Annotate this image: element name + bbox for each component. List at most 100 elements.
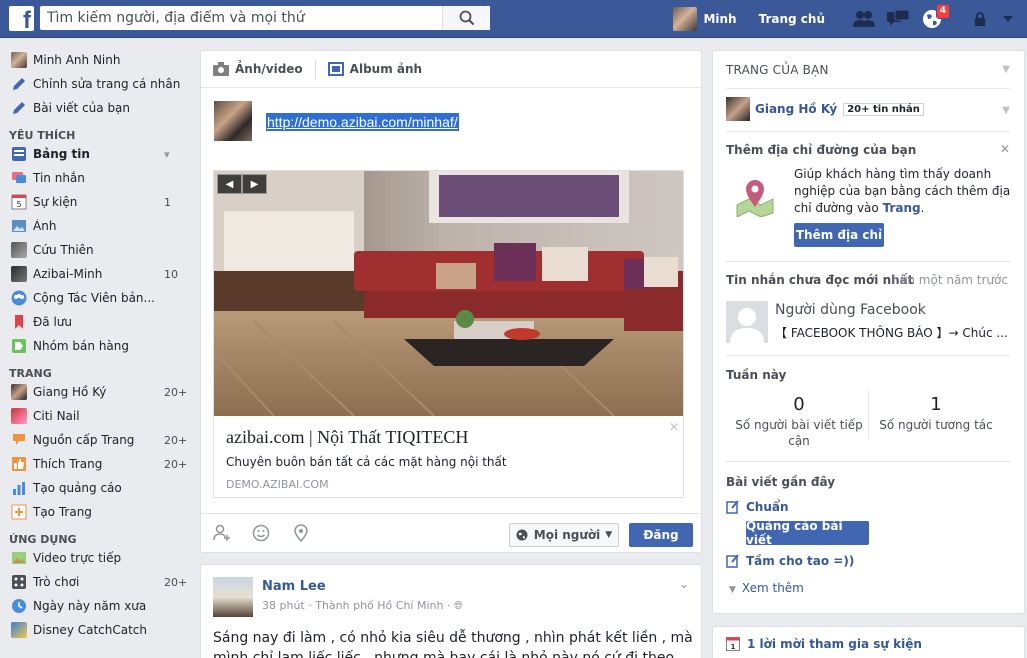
pencil-icon <box>13 78 25 90</box>
sidebar-item-pages-feed[interactable]: Nguồn cấp Trang 20+ <box>0 428 190 452</box>
post-button[interactable]: Đăng <box>629 523 693 547</box>
search-box <box>40 6 490 30</box>
newsfeed-icon <box>12 147 26 161</box>
avatar[interactable] <box>726 301 768 343</box>
friend-requests-button[interactable] <box>853 8 875 30</box>
composer-tabs: Ảnh/video Album ảnh <box>201 51 701 88</box>
sidebar-item-citi-nail[interactable]: Citi Nail <box>0 404 190 428</box>
caret-down-icon[interactable]: ▼ <box>1002 64 1010 75</box>
close-icon[interactable]: ✕ <box>1000 142 1010 156</box>
sidebar-item-your-posts[interactable]: Bài viết của bạn <box>0 96 190 120</box>
caret-down-icon: ▼ <box>729 585 736 595</box>
sidebar-item-create-ad[interactable]: Tạo quảng cáo <box>0 476 190 500</box>
sidebar-item-events[interactable]: 5 Sự kiện 1 <box>0 190 190 214</box>
sidebar-item-profile[interactable]: Minh Anh Ninh <box>0 48 190 72</box>
recent-posts-title: Bài viết gần đây <box>726 475 836 489</box>
sidebar-item-messages[interactable]: Tin nhắn <box>0 166 190 190</box>
notifications-button[interactable]: 4 <box>921 4 950 30</box>
sidebar-item-cuu-thien[interactable]: Cứu Thiên <box>0 238 190 262</box>
avatar[interactable] <box>213 577 253 617</box>
link-preview-description: Chuyên buôn bán tất cả các mặt hàng nội … <box>226 455 507 469</box>
messages-button[interactable] <box>887 8 909 30</box>
search-icon <box>459 10 474 26</box>
sidebar-item-disney-catchcatch[interactable]: Disney CatchCatch <box>0 618 190 642</box>
avatar <box>11 52 27 68</box>
sidebar-item-edit-profile[interactable]: Chỉnh sửa trang cá nhân <box>0 72 190 96</box>
post-icon <box>13 102 25 114</box>
sidebar-item-cong-tac-vien[interactable]: Cộng Tác Viên bản... <box>0 286 190 310</box>
add-address-text: Giúp khách hàng tìm thấy doanh nghiệp củ… <box>794 167 1011 215</box>
privacy-shortcuts-button[interactable] <box>969 8 991 30</box>
sidebar-item-memories[interactable]: Ngày này năm xưa <box>0 594 190 618</box>
favorites-heading: YÊU THÍCH <box>9 129 76 142</box>
link-preview-title: azibai.com | Nội Thất TIQITECH <box>226 427 469 447</box>
svg-text:1: 1 <box>731 643 736 651</box>
edit-icon <box>726 500 739 514</box>
divider <box>726 461 1010 462</box>
reach-count: 0 <box>793 394 805 415</box>
recent-post-item[interactable]: Tầm cho tao =)) <box>726 554 854 568</box>
feed-post: Nam Lee 38 phút · Thành phố Hồ Chí Minh … <box>200 564 702 658</box>
map-pin-icon <box>736 180 774 217</box>
sidebar-item-games[interactable]: Trò chơi 20+ <box>0 570 190 594</box>
recent-post-item[interactable]: Chuẩn <box>726 500 789 514</box>
engagement-label: Số người tương tác <box>879 418 993 432</box>
link-preview[interactable]: ◀ ▶ ✕ azibai.com | Nội Thất TIQITECH Chu… <box>213 170 684 498</box>
event-invites-card: 1 1 lời mời tham gia sự kiện <box>712 626 1025 658</box>
notification-badge: 4 <box>935 4 950 19</box>
chevron-down-icon[interactable]: ⌄ <box>679 577 689 591</box>
feeling-icon[interactable] <box>252 524 270 542</box>
calendar-icon: 1 <box>726 637 740 651</box>
event-invite-link[interactable]: 1 1 lời mời tham gia sự kiện <box>726 637 922 651</box>
message-time: hơn một năm trước <box>892 273 1008 287</box>
add-address-button[interactable]: Thêm địa chỉ <box>794 223 884 247</box>
caret-down-icon <box>1003 16 1013 22</box>
close-icon[interactable]: ✕ <box>669 420 679 434</box>
tab-photo-album[interactable]: Album ảnh <box>327 62 422 76</box>
page-item-giang-ho-ky[interactable]: Giang Hồ Ký 20+ tin nhắn <box>726 97 924 121</box>
profile-link[interactable]: Minh <box>673 7 737 31</box>
composer-text-input[interactable]: http://demo.azibai.com/minhaf/ <box>266 113 459 131</box>
sidebar-item-like-pages[interactable]: Thích Trang 20+ <box>0 452 190 476</box>
carousel-next-button[interactable]: ▶ <box>242 174 267 194</box>
see-more-link[interactable]: ▼ Xem thêm <box>729 581 804 595</box>
tag-friends-icon[interactable] <box>213 524 231 542</box>
sidebar-item-azibai-minh[interactable]: Azibai-Minh 10 <box>0 262 190 286</box>
right-column: TRANG CỦA BẠN ▼ Giang Hồ Ký 20+ tin nhắn… <box>712 50 1025 614</box>
account-menu-button[interactable] <box>997 8 1019 30</box>
boost-post-button[interactable]: Quảng cáo bài viết <box>746 519 869 547</box>
edit-icon <box>726 554 739 568</box>
divider <box>726 88 1010 89</box>
tab-photo-video[interactable]: Ảnh/video <box>213 62 303 76</box>
audience-selector[interactable]: Mọi người ▼ <box>509 523 619 547</box>
search-input[interactable] <box>40 7 442 29</box>
group-avatar <box>11 242 27 258</box>
sidebar-item-saved[interactable]: Đã lưu <box>0 310 190 334</box>
message-sender[interactable]: Người dùng Facebook <box>775 302 926 318</box>
your-pages-heading: TRANG CỦA BẠN <box>726 63 829 77</box>
caret-down-icon[interactable]: ▼ <box>1002 105 1010 116</box>
page-link[interactable]: Trang <box>883 201 921 215</box>
sidebar-item-newsfeed[interactable]: Bảng tin ▾ <box>0 142 190 166</box>
sidebar-item-create-page[interactable]: Tạo Trang <box>0 500 190 524</box>
link-preview-image: ◀ ▶ <box>214 171 683 416</box>
message-preview[interactable]: 【 FACEBOOK THÔNG BÁO 】→ Chúc ... <box>775 324 1008 341</box>
caret-down-icon[interactable]: ▾ <box>164 148 190 161</box>
search-button[interactable] <box>442 6 490 30</box>
games-icon <box>12 575 26 589</box>
sidebar-item-giang-ho-ky[interactable]: Giang Hồ Ký 20+ <box>0 380 190 404</box>
link-preview-domain: DEMO.AZIBAI.COM <box>226 478 329 491</box>
location-pin-icon[interactable] <box>292 524 310 542</box>
sidebar-item-sales-group[interactable]: Nhóm bán hàng <box>0 334 190 358</box>
carousel-prev-button[interactable]: ◀ <box>217 174 242 194</box>
post-author[interactable]: Nam Lee <box>262 579 326 594</box>
album-icon <box>327 62 344 76</box>
tag-icon <box>12 339 26 353</box>
left-sidebar: Minh Anh Ninh Chỉnh sửa trang cá nhân Bà… <box>0 48 190 642</box>
avatar <box>214 101 252 141</box>
user-name: Minh <box>703 12 737 26</box>
facebook-logo-icon[interactable]: f <box>9 6 34 33</box>
home-link[interactable]: Trang chủ <box>759 12 825 26</box>
sidebar-item-photos[interactable]: Ảnh <box>0 214 190 238</box>
sidebar-item-live-video[interactable]: Video trực tiếp <box>0 546 190 570</box>
